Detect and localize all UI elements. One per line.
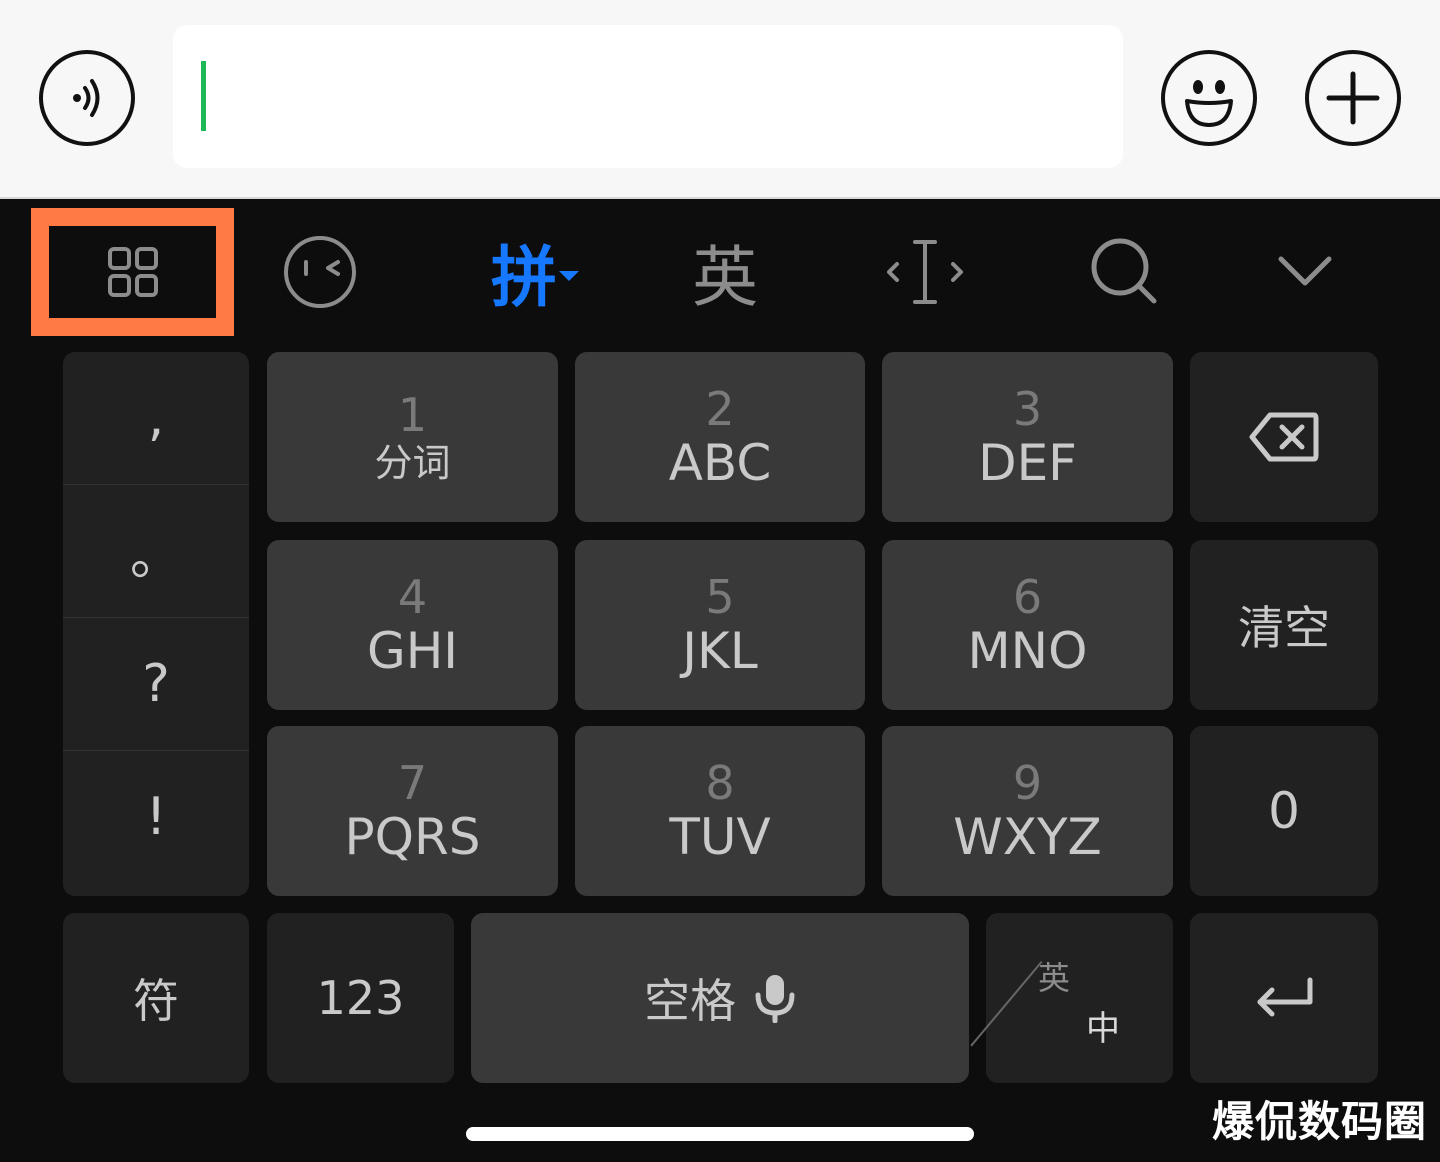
numbers-key[interactable]: 123 <box>267 913 454 1083</box>
caret-down-icon <box>559 271 579 281</box>
pinyin-mode-label: 拼 <box>491 239 557 316</box>
key-5[interactable]: 5 JKL <box>575 540 865 710</box>
microphone-icon <box>755 975 795 1023</box>
english-mode-label: 英 <box>692 239 758 316</box>
key-number: 3 <box>1012 382 1043 436</box>
punct-comma-key[interactable]: , <box>63 352 249 484</box>
numbers-key-label: 123 <box>316 971 405 1025</box>
cursor-move-button[interactable] <box>870 208 980 336</box>
key-number: 6 <box>1012 570 1043 624</box>
key-6[interactable]: 6 MNO <box>882 540 1173 710</box>
chevron-down-icon <box>1278 256 1332 286</box>
text-cursor-icon <box>887 240 963 304</box>
emoticon-button[interactable] <box>270 208 370 336</box>
watermark-text: 爆侃数码圈 <box>1212 1097 1428 1146</box>
language-switch-key[interactable]: 英 中 <box>970 913 1173 1083</box>
punct-question-key[interactable]: ? <box>63 618 249 750</box>
key-4[interactable]: 4 GHI <box>267 540 558 710</box>
key-letters: 分词 <box>374 441 451 485</box>
punctuation-column: , 。 ? ! <box>63 352 249 896</box>
switch-chinese-label: 中 <box>1086 1009 1120 1049</box>
zero-key-label: 0 <box>1268 782 1300 840</box>
key-number: 2 <box>705 382 735 436</box>
wink-face-icon <box>284 236 356 308</box>
symbols-key[interactable]: 符 <box>63 913 249 1083</box>
key-letters: TUV <box>669 808 771 866</box>
key-3[interactable]: 3 DEF <box>882 352 1173 522</box>
switch-english-label: 英 <box>1038 959 1071 997</box>
key-number: 9 <box>1012 756 1043 810</box>
clear-key[interactable]: 清空 <box>1190 540 1378 710</box>
key-letters: WXYZ <box>953 808 1102 866</box>
punct-period-key[interactable]: 。 <box>63 485 249 617</box>
key-number: 1 <box>397 388 428 442</box>
voice-wave-icon <box>73 79 100 117</box>
key-letters: MNO <box>967 622 1088 680</box>
smile-icon <box>1185 80 1233 127</box>
key-8[interactable]: 8 TUV <box>575 726 865 896</box>
space-key[interactable]: 空格 <box>471 913 969 1083</box>
key-number: 5 <box>705 570 735 624</box>
key-number: 4 <box>397 570 428 624</box>
keyboard-search-button[interactable] <box>1080 208 1170 336</box>
backspace-icon <box>1249 412 1319 462</box>
collapse-keyboard-button[interactable] <box>1260 208 1350 336</box>
enter-key[interactable] <box>1190 913 1378 1083</box>
space-key-label: 空格 <box>644 974 736 1028</box>
space-key-content: 空格 <box>644 965 796 1031</box>
message-text-input[interactable] <box>173 25 1123 168</box>
backspace-key[interactable] <box>1190 352 1378 522</box>
key-letters: PQRS <box>344 808 481 866</box>
key-letters: JKL <box>682 622 758 680</box>
key-7[interactable]: 7 PQRS <box>267 726 558 896</box>
key-9[interactable]: 9 WXYZ <box>882 726 1173 896</box>
text-caret <box>201 61 206 131</box>
search-icon <box>1091 238 1157 304</box>
zero-key[interactable]: 0 <box>1190 726 1378 896</box>
pinyin-mode-button[interactable]: 拼 <box>470 208 600 336</box>
emoji-button[interactable] <box>1161 50 1257 146</box>
punct-exclaim-key[interactable]: ! <box>63 751 249 883</box>
voice-input-button[interactable] <box>39 50 135 146</box>
key-letters: GHI <box>366 622 459 680</box>
switch-divider <box>970 961 1043 1047</box>
key-letters: DEF <box>978 434 1077 492</box>
return-icon <box>1257 977 1313 1017</box>
home-indicator[interactable] <box>466 1127 974 1141</box>
key-2[interactable]: 2 ABC <box>575 352 865 522</box>
menu-highlight-box <box>31 208 234 336</box>
plus-icon <box>1326 71 1380 125</box>
message-input-bar <box>0 0 1440 199</box>
symbols-key-label: 符 <box>133 974 179 1028</box>
key-1[interactable]: 1 分词 <box>267 352 558 522</box>
key-letters: ABC <box>668 434 772 492</box>
key-number: 7 <box>397 756 428 810</box>
more-button[interactable] <box>1305 50 1401 146</box>
clear-key-label: 清空 <box>1238 601 1330 655</box>
english-mode-button[interactable]: 英 <box>670 208 780 336</box>
key-number: 8 <box>705 756 735 810</box>
